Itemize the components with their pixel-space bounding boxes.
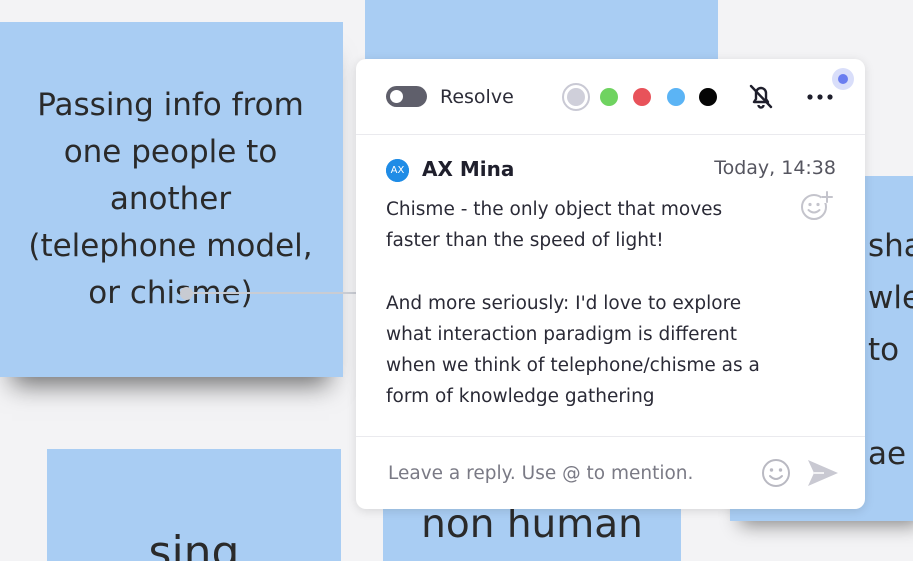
resolve-label: Resolve: [440, 86, 514, 108]
sticky-note[interactable]: sing: [47, 449, 341, 561]
color-swatch-black[interactable]: [699, 88, 717, 106]
bell-off-icon: [749, 84, 773, 109]
comment-body-line: And more seriously: I'd love to explore: [386, 292, 742, 314]
reply-input[interactable]: [386, 457, 750, 489]
color-swatch-fill: [567, 88, 585, 106]
comment-body-line: when we think of telephone/chisme as a: [386, 355, 760, 377]
presence-indicator: [832, 68, 854, 90]
comment-anchor-dot[interactable]: [180, 287, 193, 300]
sticky-note-text: sha wle to ae: [868, 220, 913, 480]
sticky-text-line: (telephone model,: [28, 228, 313, 264]
comment-body: Chisme - the only object that moves fast…: [386, 194, 796, 413]
sticky-text-line: wle: [868, 280, 913, 316]
comment-body-spacer: [386, 257, 796, 288]
avatar[interactable]: AX: [386, 159, 409, 182]
add-reaction-icon: [801, 191, 833, 220]
comment-panel-header: Resolve: [356, 59, 865, 135]
comment-body-line: faster than the speed of light!: [386, 230, 664, 252]
comment-timestamp: Today, 14:38: [714, 157, 836, 179]
comment-thread-panel: Resolve AX AX Mina Today, 14:38 Chisme -…: [356, 59, 865, 509]
emoji-picker-button[interactable]: [760, 457, 792, 489]
sticky-text-line: [868, 376, 913, 428]
reply-bar: [356, 436, 865, 510]
sticky-text-line: to: [868, 332, 900, 368]
toggle-knob: [390, 90, 403, 103]
sticky-text-line: another: [109, 181, 232, 217]
color-swatch-red[interactable]: [633, 88, 651, 106]
comment-body-line: Chisme - the only object that moves: [386, 199, 723, 220]
more-horizontal-icon: [807, 94, 833, 100]
resolve-toggle[interactable]: [386, 86, 427, 107]
comment-connector-line: [188, 292, 358, 294]
sticky-text-line: ae: [868, 436, 907, 472]
sticky-note-text: sing: [148, 527, 240, 561]
sticky-note-text: Passing info from one people to another …: [11, 82, 331, 317]
mute-notifications-button[interactable]: [746, 81, 776, 111]
comment-body-line: form of knowledge gathering: [386, 386, 655, 408]
sticky-text-line: Passing info from: [37, 87, 304, 123]
send-icon: [808, 460, 838, 486]
whiteboard-canvas[interactable]: sha wle to ae Passing info from one peop…: [0, 0, 913, 561]
add-reaction-button[interactable]: [799, 189, 833, 223]
color-swatch-green[interactable]: [600, 88, 618, 106]
emoji-icon: [762, 459, 790, 487]
send-button[interactable]: [806, 457, 840, 489]
sticky-text-line: one people to: [63, 134, 278, 170]
comment-body-line: what interaction paradigm is different: [386, 323, 738, 345]
comment-author: AX Mina: [422, 157, 515, 181]
color-swatch-blue[interactable]: [667, 88, 685, 106]
more-options-button[interactable]: [802, 81, 838, 111]
sticky-note[interactable]: Passing info from one people to another …: [0, 22, 343, 377]
sticky-text-line: sha: [868, 228, 913, 264]
color-swatch-gray[interactable]: [562, 83, 590, 111]
